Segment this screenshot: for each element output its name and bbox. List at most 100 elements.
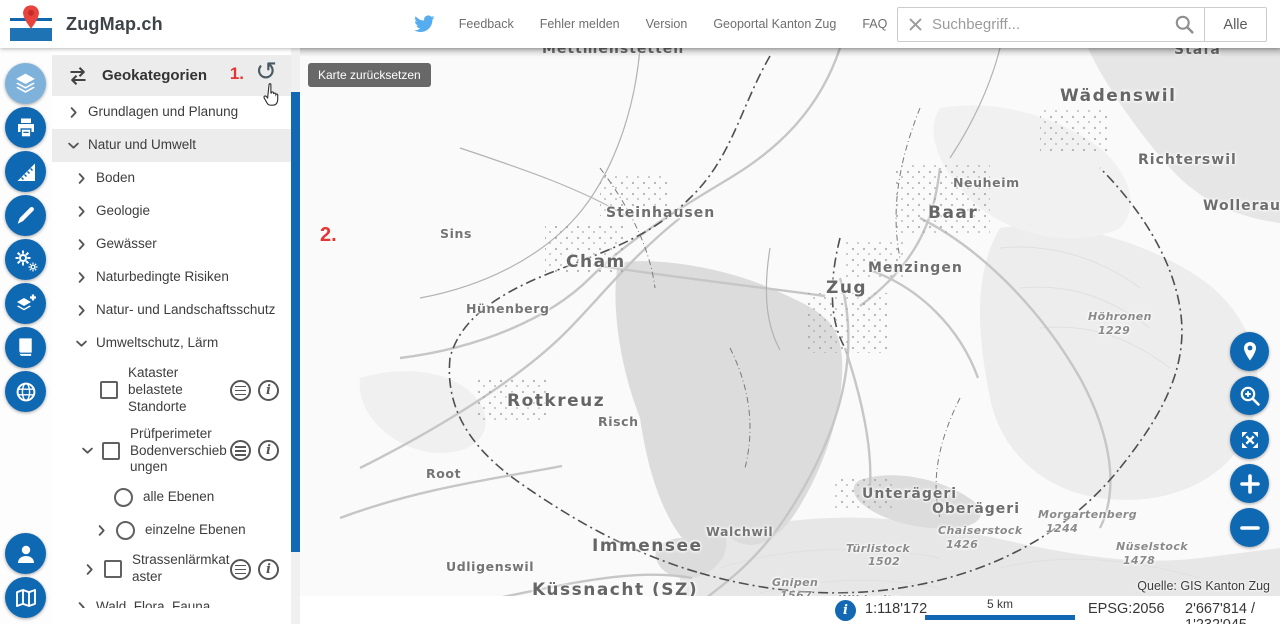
map-button[interactable] xyxy=(5,577,46,618)
swap-icon[interactable] xyxy=(66,64,90,88)
pruefperimeter-checkbox[interactable] xyxy=(102,442,120,460)
search-scope-button[interactable]: Alle xyxy=(1204,8,1266,41)
panel-header: Geokategorien 1. ↺ xyxy=(52,55,291,96)
book-button[interactable] xyxy=(5,327,46,368)
chevron-right-icon[interactable] xyxy=(82,562,97,577)
chevron-right-icon xyxy=(74,303,89,318)
location-pin-icon xyxy=(1238,340,1262,364)
tree-label: Gewässer xyxy=(96,236,157,253)
annotation-step-2: 2. xyxy=(320,224,337,247)
chevron-right-icon xyxy=(74,270,89,285)
zoom-out-button[interactable] xyxy=(1230,508,1269,547)
print-button[interactable] xyxy=(5,107,46,148)
map-scale: 1:118'172 xyxy=(865,601,927,617)
zoom-in-magnifier-icon xyxy=(1238,384,1262,408)
legend-icon[interactable] xyxy=(230,440,251,461)
chevron-down-icon[interactable] xyxy=(80,443,95,458)
scalebar xyxy=(925,615,1075,620)
map-label: Walchwil xyxy=(706,524,773,539)
tree-label: Boden xyxy=(96,170,135,187)
map-pin-icon xyxy=(21,4,41,30)
zugmap-app: ZugMap.ch Feedback Fehler melden Version… xyxy=(0,0,1280,624)
measure-icon xyxy=(14,160,38,184)
zoom-rectangle-button[interactable] xyxy=(1230,376,1269,415)
map-label: Stäfa xyxy=(1174,48,1221,58)
legend-icon[interactable] xyxy=(230,559,251,580)
tree-label: Kataster belastete Standorte xyxy=(128,365,230,416)
map-label: Menzingen xyxy=(868,260,963,276)
tree-item-landschaftsschutz[interactable]: Natur- und Landschaftsschutz xyxy=(52,294,291,327)
kataster-checkbox[interactable] xyxy=(100,381,118,399)
link-geoportal[interactable]: Geoportal Kanton Zug xyxy=(713,17,836,31)
tree-item-boden[interactable]: Boden xyxy=(52,162,291,195)
alle-ebenen-radio[interactable] xyxy=(114,488,133,507)
tree-label: Wald, Flora, Fauna xyxy=(96,599,210,608)
user-icon xyxy=(14,542,38,566)
map-label: Cham xyxy=(566,252,626,272)
tree-item-gewaesser[interactable]: Gewässer xyxy=(52,228,291,261)
tree-label: Natur und Umwelt xyxy=(88,137,196,154)
tree-label: Grundlagen und Planung xyxy=(88,104,238,121)
full-extent-button[interactable] xyxy=(1230,420,1269,459)
clear-search-icon[interactable] xyxy=(898,16,932,33)
tree-item-wald-flora-fauna[interactable]: Wald, Flora, Fauna xyxy=(52,591,291,608)
tool-rail xyxy=(0,48,52,624)
info-icon[interactable]: i xyxy=(258,440,279,461)
geolocate-button[interactable] xyxy=(1230,332,1269,371)
tree-item-geologie[interactable]: Geologie xyxy=(52,195,291,228)
measure-button[interactable] xyxy=(5,151,46,192)
link-faq[interactable]: FAQ xyxy=(862,17,887,31)
map-viewport[interactable]: Mettmenstetten Stäfa Wädenswil Richtersw… xyxy=(300,48,1280,624)
link-fehler-melden[interactable]: Fehler melden xyxy=(540,17,620,31)
tree-item-umweltschutz-laerm[interactable]: Umweltschutz, Lärm xyxy=(52,327,291,360)
add-layers-button[interactable] xyxy=(5,283,46,324)
scale-info-icon[interactable]: i xyxy=(835,600,856,621)
chevron-right-icon xyxy=(74,237,89,252)
map-canvas xyxy=(300,48,1280,624)
tree-label: Strassenlärmkataster xyxy=(132,552,230,586)
tree-item-naturbedingte-risiken[interactable]: Naturbedingte Risiken xyxy=(52,261,291,294)
tree-label: Prüfperimeter Bodenverschiebungen xyxy=(130,426,230,477)
map-label: Oberägeri xyxy=(932,501,1020,517)
legend-icon[interactable] xyxy=(230,380,251,401)
cursor-icon xyxy=(261,83,282,108)
info-icon[interactable]: i xyxy=(258,559,279,580)
tree-item-grundlagen[interactable]: Grundlagen und Planung xyxy=(52,96,291,129)
search-input[interactable] xyxy=(932,16,1164,33)
map-label: Hünenberg xyxy=(466,301,550,316)
reset-map-tooltip: Karte zurücksetzen xyxy=(308,63,431,87)
minus-icon xyxy=(1239,517,1261,539)
layers-button[interactable] xyxy=(5,63,46,104)
user-button[interactable] xyxy=(5,533,46,574)
globe-button[interactable] xyxy=(5,371,46,412)
tree-label: Geologie xyxy=(96,203,150,220)
info-icon[interactable]: i xyxy=(258,380,279,401)
tree-item-natur-umwelt[interactable]: Natur und Umwelt xyxy=(52,129,291,162)
search-icon[interactable] xyxy=(1164,14,1204,35)
zugmap-logo[interactable] xyxy=(10,6,52,42)
draw-button[interactable] xyxy=(5,195,46,236)
zoom-in-button[interactable] xyxy=(1230,464,1269,503)
map-label: 1478 xyxy=(1123,554,1155,567)
einzelne-ebenen-radio[interactable] xyxy=(116,521,135,540)
link-feedback[interactable]: Feedback xyxy=(459,17,514,31)
strassenlaerm-checkbox[interactable] xyxy=(104,560,122,578)
sidebar-scrollbar-thumb[interactable] xyxy=(291,92,300,552)
chevron-down-icon xyxy=(66,138,81,153)
expand-arrows-icon xyxy=(1238,428,1262,452)
map-label: Zug xyxy=(826,278,867,298)
map-label: Risch xyxy=(598,414,639,429)
settings-button[interactable] xyxy=(5,239,46,280)
print-icon xyxy=(14,116,38,140)
map-label: Chaiserstock xyxy=(938,524,1023,537)
map-label: Steinhausen xyxy=(606,205,715,221)
map-label: Sins xyxy=(440,226,472,241)
layer-sidebar: Geokategorien 1. ↺ Grundlagen und Planun… xyxy=(52,48,300,624)
link-version[interactable]: Version xyxy=(646,17,688,31)
search-box: Alle xyxy=(897,7,1267,42)
twitter-icon[interactable] xyxy=(413,13,435,35)
map-label: Wädenswil xyxy=(1060,86,1176,106)
plus-icon xyxy=(1239,473,1261,495)
gear-icon xyxy=(13,247,39,273)
chevron-right-icon[interactable] xyxy=(94,523,109,538)
